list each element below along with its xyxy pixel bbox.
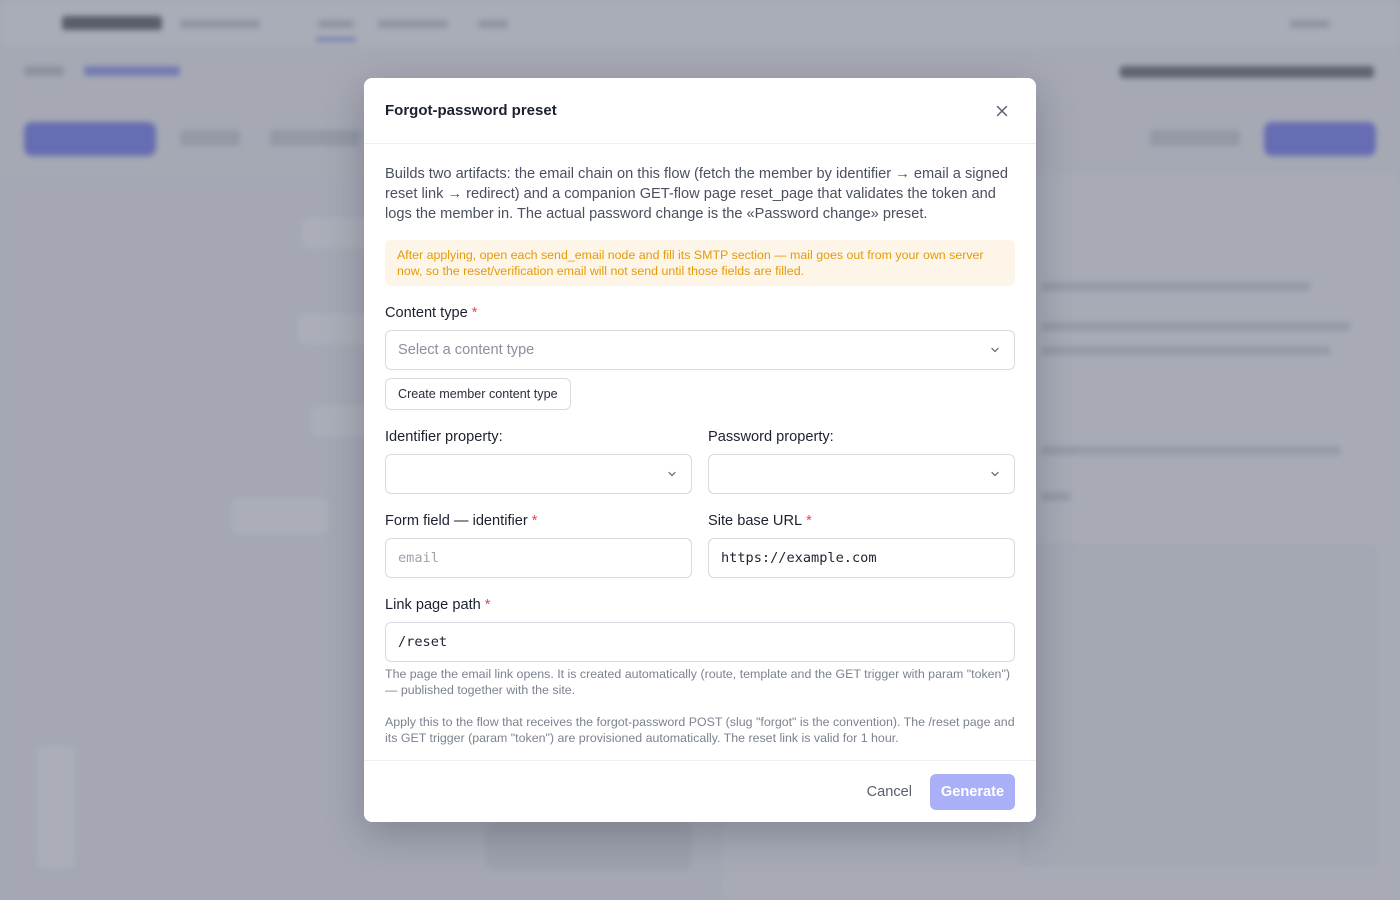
create-member-content-type-button[interactable]: Create member content type [385,378,571,410]
chevron-down-icon [668,471,676,477]
chevron-down-icon [991,347,999,353]
site-base-url-label-text: Site base URL [708,513,803,529]
dialog-title: Forgot-password preset [385,102,557,119]
dialog-footer-note: Apply this to the flow that receives the… [385,715,1015,745]
generate-button[interactable]: Generate [930,773,1015,810]
identifier-property-select[interactable] [385,454,692,494]
form-field-identifier-placeholder: email [398,550,439,566]
dialog-header: Forgot-password preset [364,78,1036,144]
form-field-identifier-field: Form field — identifier * email [385,512,692,578]
content-type-select[interactable]: Select a content type [385,330,1015,370]
password-property-field: Password property: [708,428,1015,494]
required-mark: * [531,513,538,529]
form-field-row: Form field — identifier * email Site base… [385,512,1015,578]
forgot-password-preset-dialog: Forgot-password preset Builds two artifa… [364,78,1036,822]
dialog-body: Builds two artifacts: the email chain on… [364,144,1036,746]
close-button[interactable] [989,98,1015,124]
link-page-path-label-text: Link page path [385,597,481,613]
link-page-path-field: Link page path * /reset The page the emai… [385,596,1015,698]
site-base-url-field: Site base URL * https://example.com [708,512,1015,578]
link-page-path-value: /reset [398,634,448,650]
content-type-placeholder: Select a content type [398,342,535,358]
dialog-description: Builds two artifacts: the email chain on… [385,166,1008,222]
content-type-label: Content type * [385,304,1015,322]
form-field-identifier-label-text: Form field — identifier [385,513,528,529]
content-type-field: Content type * Select a content type Crea… [385,304,1015,410]
link-page-path-label: Link page path * [385,596,1015,614]
password-property-select[interactable] [708,454,1015,494]
dialog-footer: Cancel Generate [364,760,1036,822]
identifier-property-label: Identifier property: [385,429,503,445]
cancel-button[interactable]: Cancel [867,784,912,800]
close-icon [996,105,1008,116]
form-field-identifier-input[interactable]: email [385,538,692,578]
password-property-label: Password property: [708,429,834,445]
smtp-warning: After applying, open each send_email nod… [385,240,1015,286]
chevron-down-icon [991,471,999,477]
identifier-property-field: Identifier property: [385,428,692,494]
link-page-path-input[interactable]: /reset [385,622,1015,662]
site-base-url-label: Site base URL * [708,512,1015,530]
required-mark: * [806,513,812,529]
content-type-label-text: Content type [385,305,468,321]
required-mark: * [471,305,478,321]
required-mark: * [484,597,491,613]
site-base-url-input[interactable]: https://example.com [708,538,1015,578]
property-row: Identifier property: Password property: [385,428,1015,494]
site-base-url-value: https://example.com [721,550,877,566]
form-field-identifier-label: Form field — identifier * [385,512,692,530]
link-page-path-hint: The page the email link opens. It is cre… [385,667,1010,697]
